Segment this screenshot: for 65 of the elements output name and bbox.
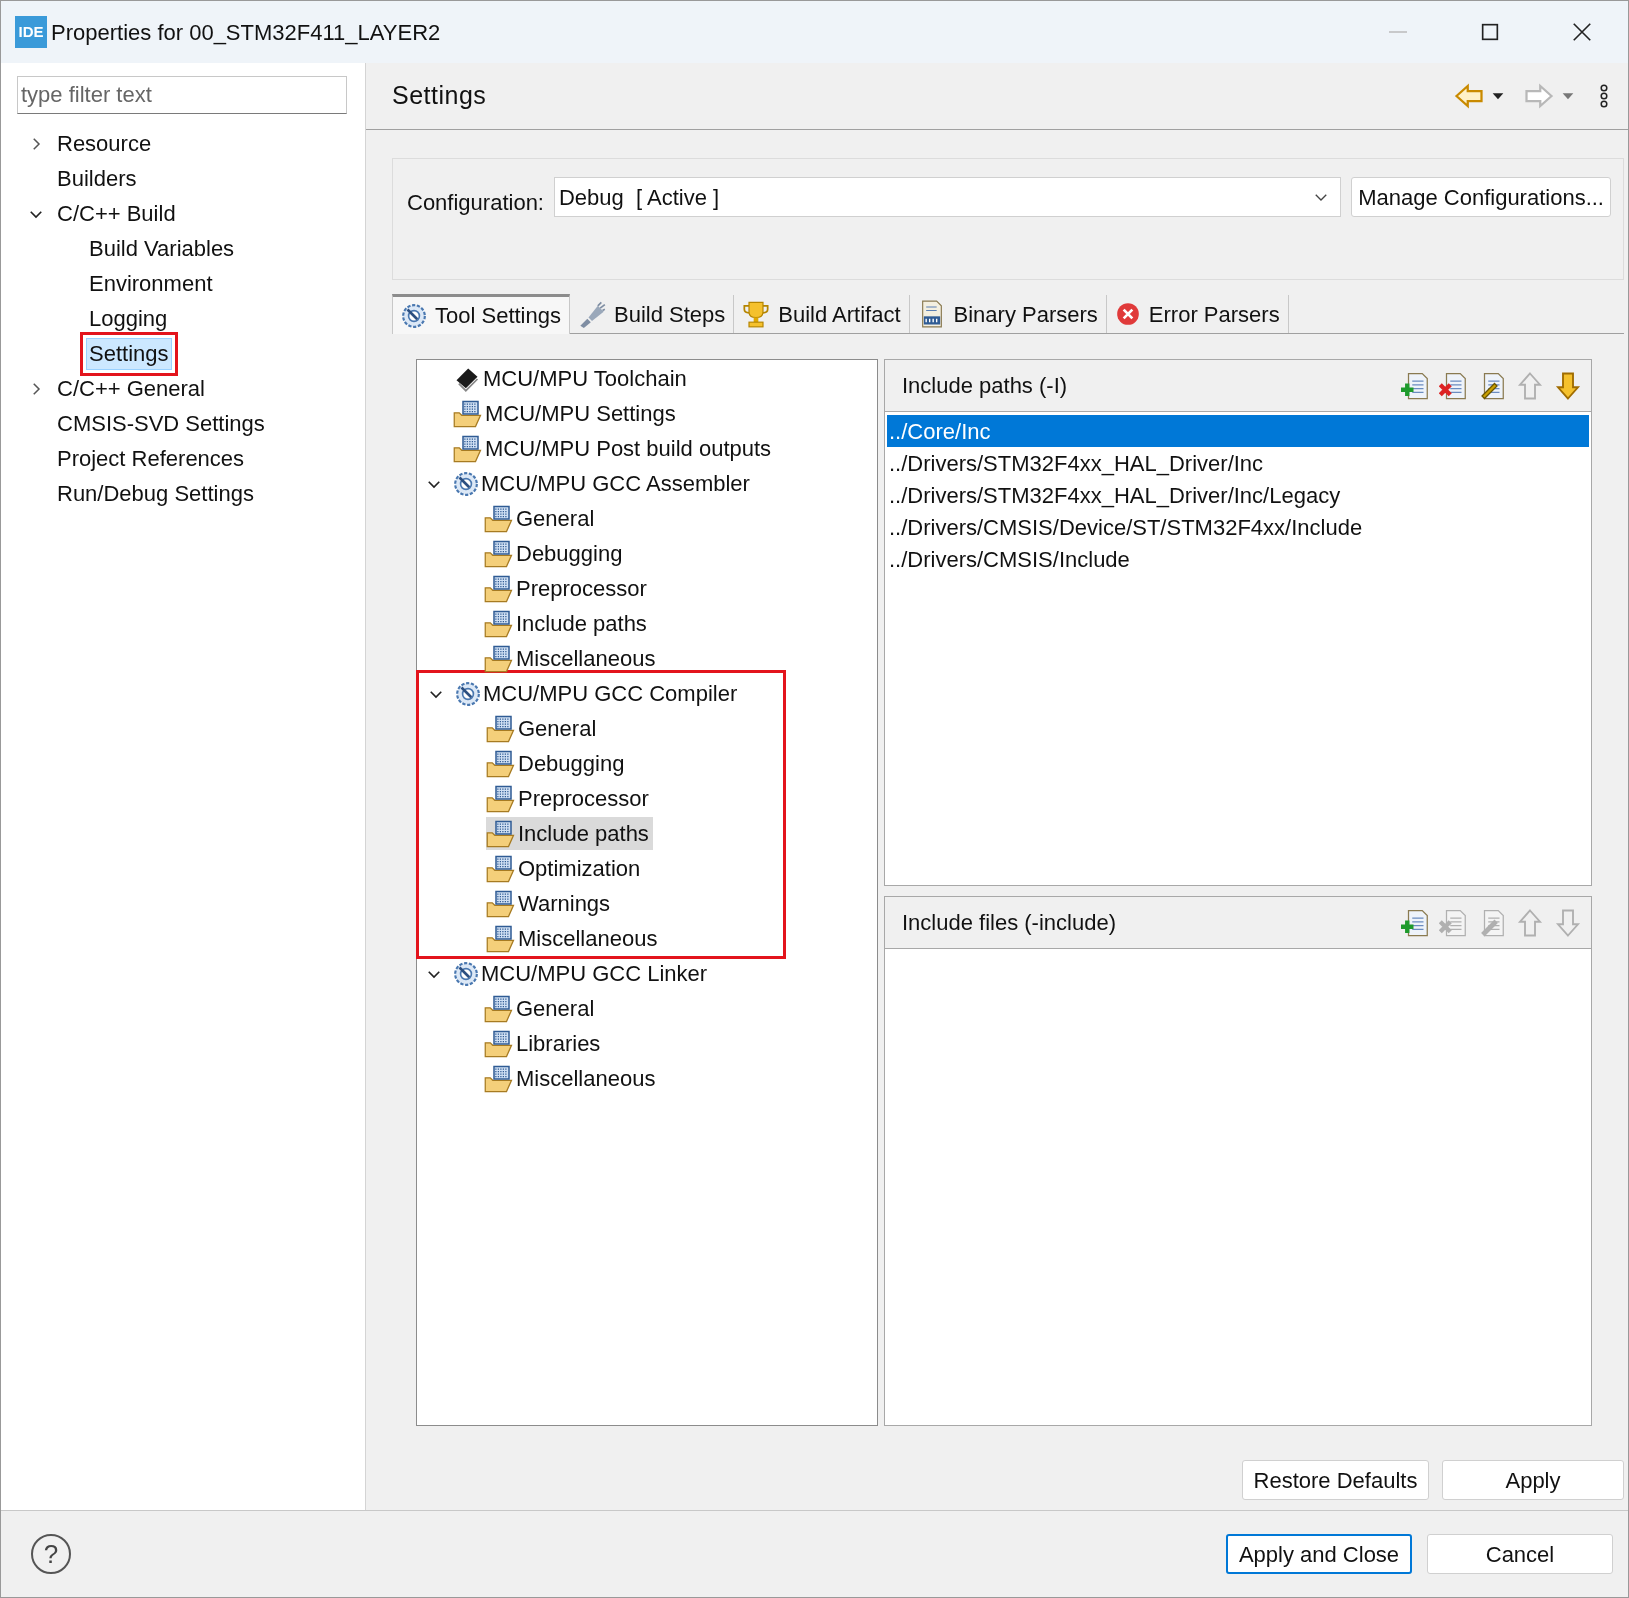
configuration-label: Configuration: [407, 189, 544, 217]
dropdown-value: Debug [ Active ] [559, 183, 720, 212]
tree-item[interactable]: Preprocessor [486, 782, 653, 815]
tree-item[interactable]: Project References [54, 442, 248, 475]
tree-item[interactable]: Optimization [486, 852, 645, 885]
tree-item[interactable]: Libraries [484, 1027, 605, 1060]
tree-item[interactable]: MCU/MPU Toolchain [453, 362, 691, 395]
down-arrow-icon[interactable] [1553, 370, 1583, 401]
tree-item[interactable]: MCU/MPU GCC Compiler [455, 677, 742, 710]
list-item[interactable]: ../Drivers/CMSIS/Include [887, 543, 1589, 575]
list-item[interactable]: ../Drivers/STM32F4xx_HAL_Driver/Inc [887, 447, 1589, 479]
list-item[interactable]: ../Core/Inc [887, 415, 1589, 447]
tree-item[interactable]: C/C++ Build [54, 197, 179, 230]
window-title: Properties for 00_STM32F411_LAYER2 [51, 18, 441, 47]
page-button[interactable]: Apply [1442, 1460, 1624, 1500]
tree-item[interactable]: Preprocessor [484, 572, 651, 605]
tree-item[interactable]: Settings [86, 337, 172, 370]
help-button[interactable]: ? [31, 1534, 71, 1574]
delete-document-icon[interactable] [1439, 370, 1469, 401]
page-button[interactable]: Restore Defaults [1242, 1460, 1429, 1500]
tree-item[interactable]: Miscellaneous [484, 1062, 660, 1095]
dialog-button[interactable]: Cancel [1427, 1534, 1613, 1574]
tree-item[interactable]: Environment [86, 267, 216, 300]
gear-icon [401, 302, 427, 329]
tree-item[interactable]: MCU/MPU GCC Assembler [453, 467, 754, 500]
list-item[interactable]: ../Drivers/STM32F4xx_HAL_Driver/Inc/Legacy [887, 479, 1589, 511]
tree-item[interactable]: Miscellaneous [484, 642, 660, 675]
tree-item[interactable]: General [484, 502, 599, 535]
tree-item[interactable]: Debugging [486, 747, 629, 780]
brush-icon [577, 300, 606, 328]
manage-configurations-button[interactable]: Manage Configurations... [1351, 177, 1611, 217]
tree-item[interactable]: General [486, 712, 601, 745]
tree-item[interactable]: MCU/MPU GCC Linker [453, 957, 712, 990]
dialog-button[interactable]: Apply and Close [1226, 1534, 1412, 1574]
app-icon: IDE [15, 16, 47, 48]
tree-item[interactable]: CMSIS-SVD Settings [54, 407, 268, 440]
tree-item[interactable]: MCU/MPU Settings [453, 397, 680, 430]
tree-item[interactable]: Run/Debug Settings [54, 477, 257, 510]
configuration-dropdown[interactable]: Debug [ Active ] [554, 177, 1342, 217]
tree-item[interactable]: Resource [54, 127, 155, 160]
tree-item[interactable]: Builders [54, 162, 140, 195]
add-document-icon[interactable] [1401, 370, 1431, 401]
tree-item[interactable]: Include paths [486, 817, 653, 850]
tree-item[interactable]: Build Variables [86, 232, 238, 265]
error-icon [1114, 301, 1141, 327]
add-document-icon[interactable] [1401, 907, 1431, 938]
gear-icon [453, 960, 479, 987]
tree-item[interactable]: MCU/MPU Post build outputs [453, 432, 776, 465]
tab[interactable]: Tool Settings [392, 294, 570, 334]
tree-item[interactable]: Warnings [486, 887, 615, 920]
tree-item[interactable]: Miscellaneous [486, 922, 662, 955]
tree-item[interactable]: General [484, 992, 599, 1025]
panel-title: Include files (-include) [902, 909, 1116, 937]
tree-item[interactable]: Debugging [484, 537, 627, 570]
tree-item[interactable]: Include paths [484, 607, 651, 640]
gear-icon [453, 470, 479, 497]
gear-icon [455, 680, 481, 707]
tree-item[interactable]: Logging [86, 302, 171, 335]
list-item[interactable]: ../Drivers/CMSIS/Device/ST/STM32F4xx/Include [887, 511, 1589, 543]
back-arrow-icon[interactable] [1454, 81, 1484, 111]
page-title: Settings [392, 80, 487, 112]
filter-field[interactable]: type filter text [17, 76, 347, 114]
trophy-icon [742, 300, 771, 328]
panel-title: Include paths (-I) [902, 372, 1068, 400]
tree-item[interactable]: C/C++ General [54, 372, 208, 405]
